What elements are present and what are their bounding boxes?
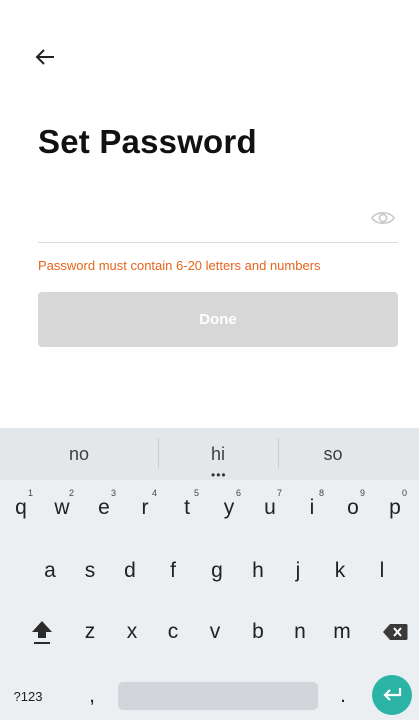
key[interactable]: 3e: [84, 480, 124, 536]
comma-key[interactable]: ,: [72, 668, 112, 724]
suggestion-bar: no hi ••• so: [0, 428, 419, 482]
enter-icon: [383, 688, 402, 701]
key[interactable]: a: [30, 543, 70, 599]
key[interactable]: m: [322, 604, 362, 660]
enter-key[interactable]: [372, 675, 412, 715]
arrow-left-icon: [35, 49, 54, 65]
key[interactable]: 0p: [375, 480, 415, 536]
key[interactable]: f: [153, 543, 193, 599]
key[interactable]: h: [238, 543, 278, 599]
key[interactable]: v: [195, 604, 235, 660]
key[interactable]: g: [197, 543, 237, 599]
period-key[interactable]: .: [323, 668, 363, 724]
key[interactable]: 4r: [125, 480, 165, 536]
key[interactable]: 2w: [42, 480, 82, 536]
key[interactable]: 9o: [333, 480, 373, 536]
suggestion-item[interactable]: so: [278, 428, 388, 480]
shift-icon: [32, 621, 52, 644]
done-button[interactable]: Done: [38, 292, 398, 347]
key[interactable]: s: [70, 543, 110, 599]
password-field-row: [38, 198, 398, 243]
key[interactable]: 1q: [1, 480, 41, 536]
soft-keyboard: no hi ••• so 1q 2w 3e 4r 5t 6y 7u 8i 9o …: [0, 428, 419, 720]
key[interactable]: 7u: [250, 480, 290, 536]
key[interactable]: z: [70, 604, 110, 660]
suggestion-item[interactable]: no: [0, 428, 158, 480]
key[interactable]: 5t: [167, 480, 207, 536]
key[interactable]: c: [153, 604, 193, 660]
key[interactable]: l: [362, 543, 402, 599]
symbols-key[interactable]: ?123: [6, 668, 50, 724]
shift-key[interactable]: [20, 604, 64, 660]
key[interactable]: d: [110, 543, 150, 599]
password-input[interactable]: [38, 204, 362, 236]
key[interactable]: n: [280, 604, 320, 660]
key[interactable]: j: [278, 543, 318, 599]
space-bar[interactable]: [118, 682, 318, 710]
backspace-key[interactable]: [373, 604, 417, 660]
backspace-icon: [383, 624, 408, 640]
key[interactable]: 6y: [209, 480, 249, 536]
key[interactable]: b: [238, 604, 278, 660]
password-hint: Password must contain 6-20 letters and n…: [38, 258, 321, 273]
key[interactable]: x: [112, 604, 152, 660]
page-title: Set Password: [38, 123, 257, 160]
key[interactable]: 8i: [292, 480, 332, 536]
eye-icon[interactable]: [370, 208, 396, 228]
key[interactable]: k: [320, 543, 360, 599]
back-button[interactable]: [30, 42, 60, 72]
